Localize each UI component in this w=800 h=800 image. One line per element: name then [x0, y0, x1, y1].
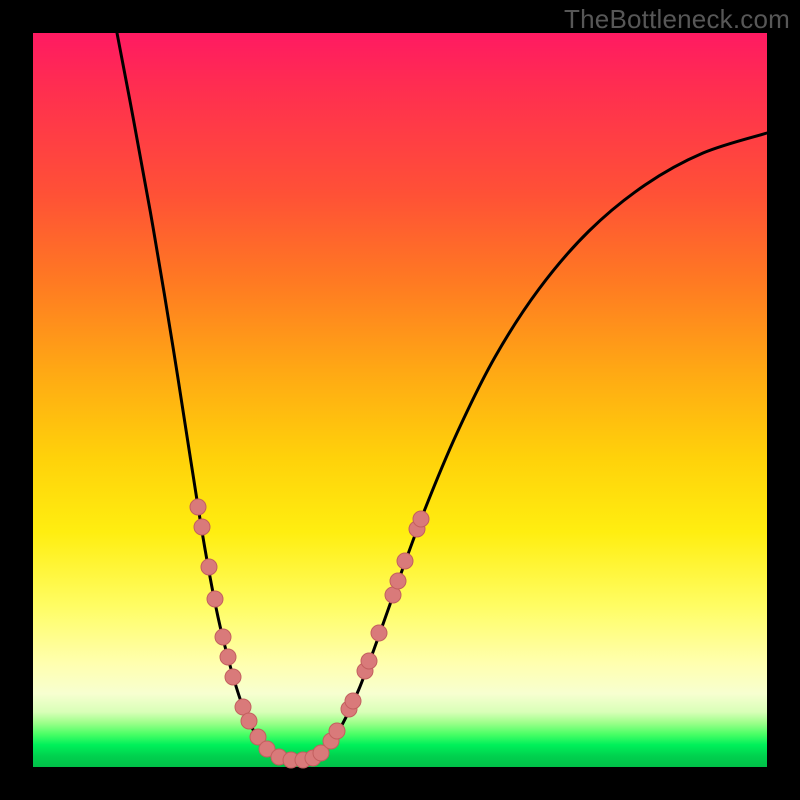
data-dot	[361, 653, 377, 669]
data-dot	[207, 591, 223, 607]
chart-frame: TheBottleneck.com	[0, 0, 800, 800]
bottleneck-curve	[117, 33, 767, 761]
data-dot	[201, 559, 217, 575]
data-dot	[390, 573, 406, 589]
data-dot	[413, 511, 429, 527]
data-dot	[397, 553, 413, 569]
data-dot	[220, 649, 236, 665]
data-dot	[329, 723, 345, 739]
data-dot	[371, 625, 387, 641]
data-dot	[345, 693, 361, 709]
data-dot	[215, 629, 231, 645]
chart-svg	[33, 33, 767, 767]
data-dot	[190, 499, 206, 515]
watermark-text: TheBottleneck.com	[564, 4, 790, 35]
data-dot	[194, 519, 210, 535]
data-dot	[241, 713, 257, 729]
data-dots-group	[190, 499, 429, 768]
plot-area	[33, 33, 767, 767]
data-dot	[225, 669, 241, 685]
